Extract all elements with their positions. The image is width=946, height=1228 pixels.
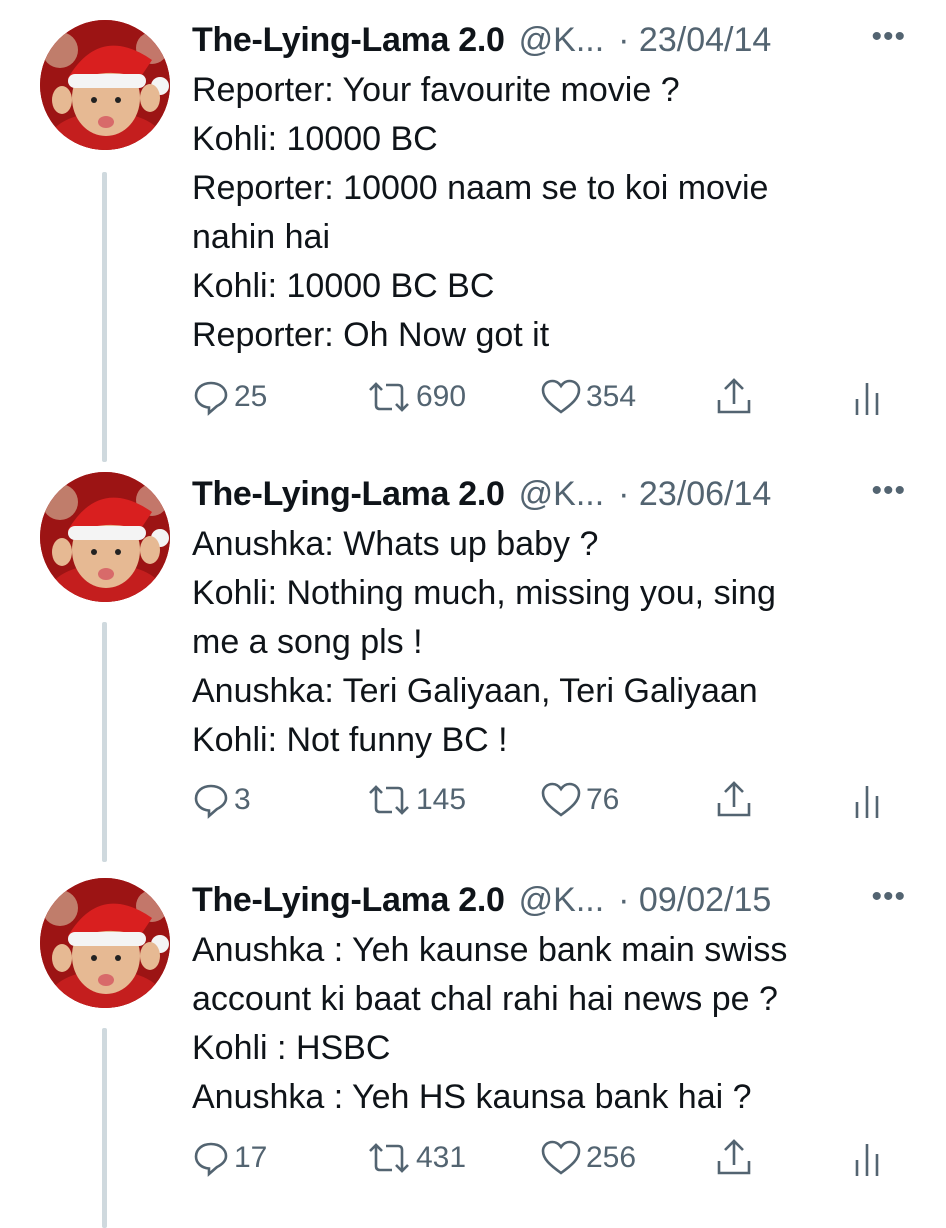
tweet-date[interactable]: · 09/02/15 xyxy=(618,881,771,920)
tweet-line: Reporter: Your favourite movie ? xyxy=(192,71,680,109)
tweet-text: Reporter: Your favourite movie ? Kohli: … xyxy=(192,66,916,360)
share-button[interactable] xyxy=(714,1134,754,1182)
reply-icon xyxy=(194,381,228,416)
tweet-line: Anushka: Whats up baby ? xyxy=(192,525,599,563)
action-bar: 17 431 256 xyxy=(192,1134,906,1182)
retweet-count: 431 xyxy=(416,1141,467,1174)
retweet-icon xyxy=(369,1143,409,1173)
reply-button[interactable]: 3 xyxy=(192,776,251,824)
thread-line xyxy=(102,1028,107,1228)
tweet-line: Kohli: Nothing much, missing you, sing xyxy=(192,574,776,612)
author-name[interactable]: The-Lying-Lama 2.0 xyxy=(192,21,505,60)
analytics-icon xyxy=(855,786,879,818)
retweet-count: 690 xyxy=(416,380,467,413)
reply-count: 17 xyxy=(234,1141,268,1174)
like-count: 256 xyxy=(586,1141,637,1174)
retweet-button[interactable]: 431 xyxy=(366,1134,466,1182)
heart-icon xyxy=(541,379,581,414)
like-count: 76 xyxy=(586,783,620,816)
tweet-line: Anushka : Yeh HS kaunsa bank hai ? xyxy=(192,1078,752,1116)
tweet-line: Anushka: Teri Galiyaan, Teri Galiyaan xyxy=(192,672,758,710)
tweet[interactable]: The-Lying-Lama 2.0 @K... · 23/04/14 ••• … xyxy=(0,0,946,462)
share-icon xyxy=(717,1139,751,1175)
reply-count: 3 xyxy=(234,783,251,816)
analytics-icon xyxy=(855,1144,879,1176)
author-handle[interactable]: @K... xyxy=(519,475,605,514)
reply-button[interactable]: 25 xyxy=(192,373,267,421)
reply-count: 25 xyxy=(234,380,268,413)
tweet-line: Kohli: 10000 BC BC xyxy=(192,267,495,305)
share-icon xyxy=(717,781,751,817)
tweet-date[interactable]: · 23/04/14 xyxy=(618,21,771,60)
analytics-button[interactable] xyxy=(852,1134,882,1182)
retweet-icon xyxy=(369,785,409,815)
tweet-line: Kohli : HSBC xyxy=(192,1029,391,1067)
action-bar: 25 690 354 xyxy=(192,373,906,421)
like-button[interactable]: 256 xyxy=(540,1134,636,1182)
avatar-image xyxy=(40,878,170,1008)
reply-icon xyxy=(194,1142,228,1177)
more-options-icon[interactable]: ••• xyxy=(871,20,906,54)
tweet-text: Anushka : Yeh kaunse bank main swiss acc… xyxy=(192,926,916,1122)
share-icon xyxy=(717,378,751,414)
tweet-text: Anushka: Whats up baby ? Kohli: Nothing … xyxy=(192,520,916,765)
author-handle[interactable]: @K... xyxy=(519,21,605,60)
avatar-image xyxy=(40,20,170,150)
tweet-line: Reporter: Oh Now got it xyxy=(192,316,550,354)
tweet-line: Reporter: 10000 naam se to koi movie xyxy=(192,169,769,207)
retweet-count: 145 xyxy=(416,783,467,816)
like-button[interactable]: 76 xyxy=(540,776,619,824)
avatar[interactable] xyxy=(40,878,170,1008)
avatar-image xyxy=(40,472,170,602)
reply-icon xyxy=(194,784,228,819)
more-options-icon[interactable]: ••• xyxy=(871,474,906,508)
tweet-line: me a song pls ! xyxy=(192,623,423,661)
thread-line xyxy=(102,172,107,462)
avatar[interactable] xyxy=(40,472,170,602)
author-name[interactable]: The-Lying-Lama 2.0 xyxy=(192,475,505,514)
retweet-icon xyxy=(369,382,409,412)
heart-icon xyxy=(541,1140,581,1175)
tweet-line: nahin hai xyxy=(192,218,331,256)
tweet-line: Anushka : Yeh kaunse bank main swiss xyxy=(192,931,788,969)
like-button[interactable]: 354 xyxy=(540,373,636,421)
analytics-button[interactable] xyxy=(852,373,882,421)
tweet-line: account ki baat chal rahi hai news pe ? xyxy=(192,980,778,1018)
more-options-icon[interactable]: ••• xyxy=(871,880,906,914)
tweet-header: The-Lying-Lama 2.0 @K... · 23/06/14 ••• xyxy=(192,468,906,520)
tweet-date[interactable]: · 23/06/14 xyxy=(618,475,771,514)
tweet[interactable]: The-Lying-Lama 2.0 @K... · 23/06/14 ••• … xyxy=(0,454,946,862)
thread-line xyxy=(102,622,107,862)
author-handle[interactable]: @K... xyxy=(519,881,605,920)
tweet-line: Kohli: Not funny BC ! xyxy=(192,721,508,759)
avatar[interactable] xyxy=(40,20,170,150)
share-button[interactable] xyxy=(714,373,754,421)
analytics-icon xyxy=(855,383,879,415)
heart-icon xyxy=(541,782,581,817)
retweet-button[interactable]: 690 xyxy=(366,373,466,421)
author-name[interactable]: The-Lying-Lama 2.0 xyxy=(192,881,505,920)
retweet-button[interactable]: 145 xyxy=(366,776,466,824)
tweet-header: The-Lying-Lama 2.0 @K... · 09/02/15 ••• xyxy=(192,874,906,926)
reply-button[interactable]: 17 xyxy=(192,1134,267,1182)
tweet-line: Kohli: 10000 BC xyxy=(192,120,438,158)
action-bar: 3 145 76 xyxy=(192,776,906,824)
tweet[interactable]: The-Lying-Lama 2.0 @K... · 09/02/15 ••• … xyxy=(0,860,946,1228)
analytics-button[interactable] xyxy=(852,776,882,824)
like-count: 354 xyxy=(586,380,637,413)
tweet-header: The-Lying-Lama 2.0 @K... · 23/04/14 ••• xyxy=(192,14,906,66)
share-button[interactable] xyxy=(714,776,754,824)
